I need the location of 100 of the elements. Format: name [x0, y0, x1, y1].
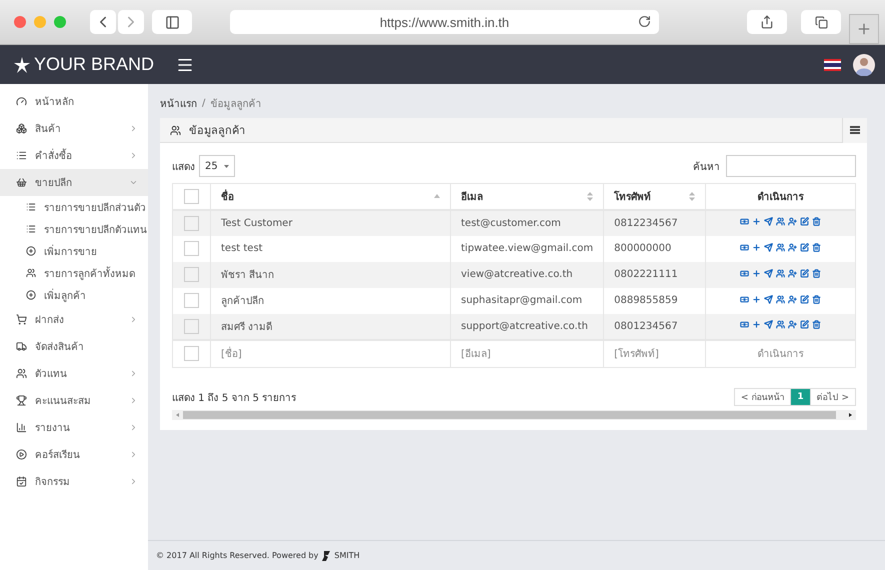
- money-icon[interactable]: [740, 217, 750, 226]
- users-icon[interactable]: [776, 320, 786, 329]
- menu-item-icon: [16, 150, 27, 161]
- pagination-button[interactable]: ต่อไป >: [810, 388, 856, 406]
- sidebar-item[interactable]: รายงาน: [0, 414, 148, 441]
- submenu-item-icon: [26, 246, 36, 256]
- sidebar-toggle-button[interactable]: [152, 10, 192, 34]
- plus-icon[interactable]: [752, 217, 762, 226]
- submenu-item[interactable]: รายการขายปลีกส่วนตัว: [0, 196, 148, 218]
- send-icon[interactable]: [764, 268, 774, 278]
- delete-icon[interactable]: [812, 320, 822, 329]
- sidebar-icon: [164, 14, 180, 30]
- money-icon[interactable]: [740, 268, 750, 278]
- breadcrumb-link[interactable]: หน้าแรก: [160, 96, 197, 110]
- submenu-item[interactable]: รายการลูกค้าทั้งหมด: [0, 262, 148, 284]
- delete-icon[interactable]: [812, 242, 822, 252]
- plus-icon[interactable]: [752, 320, 762, 329]
- address-bar[interactable]: https://www.smith.in.th: [230, 10, 659, 34]
- checkbox[interactable]: [184, 267, 199, 282]
- column-filter[interactable]: [อีเมล]: [450, 340, 604, 368]
- edit-icon[interactable]: [800, 320, 810, 329]
- users-icon[interactable]: [776, 294, 786, 304]
- checkbox[interactable]: [184, 241, 199, 256]
- send-icon[interactable]: [764, 242, 774, 252]
- add-user-icon[interactable]: [788, 268, 798, 278]
- checkbox[interactable]: [184, 216, 199, 230]
- tabs-icon: [814, 16, 828, 28]
- menu-item-icon: [16, 314, 27, 325]
- menu-item-icon: [16, 422, 27, 433]
- delete-icon[interactable]: [812, 268, 822, 278]
- submenu-item-icon: [26, 290, 36, 300]
- menu-item-icon: [16, 449, 27, 460]
- send-icon[interactable]: [764, 217, 774, 226]
- users-icon[interactable]: [776, 217, 786, 226]
- plus-icon[interactable]: [752, 268, 762, 278]
- logo-icon: [14, 56, 30, 72]
- search-field[interactable]: [726, 155, 856, 177]
- users-icon[interactable]: [776, 268, 786, 278]
- menu-item-icon: [16, 476, 27, 487]
- checkbox[interactable]: [184, 318, 199, 334]
- panel-menu-button[interactable]: [842, 118, 867, 142]
- delete-icon[interactable]: [812, 294, 822, 304]
- add-user-icon[interactable]: [788, 242, 798, 252]
- sidebar-item[interactable]: สินค้า: [0, 115, 148, 142]
- checkbox[interactable]: [184, 346, 199, 362]
- reload-icon[interactable]: [638, 15, 651, 28]
- sidebar-item[interactable]: หน้าหลัก: [0, 88, 148, 115]
- back-button[interactable]: [90, 10, 116, 34]
- sidebar-item[interactable]: คอร์สเรียน: [0, 441, 148, 468]
- add-user-icon[interactable]: [788, 294, 798, 304]
- money-icon[interactable]: [740, 242, 750, 252]
- sidebar-item[interactable]: คำสั่งซื้อ: [0, 142, 148, 169]
- checkbox[interactable]: [184, 188, 199, 204]
- length-label: แสดง: [172, 160, 195, 174]
- add-user-icon[interactable]: [788, 217, 798, 226]
- sidebar-item[interactable]: คะแนนสะสม: [0, 387, 148, 414]
- column-header[interactable]: อีเมล: [461, 188, 483, 204]
- horizontal-scrollbar[interactable]: [172, 410, 856, 420]
- avatar-icon[interactable]: [853, 54, 875, 76]
- add-user-icon[interactable]: [788, 320, 798, 329]
- column-header[interactable]: ชื่อ: [221, 188, 234, 204]
- send-icon[interactable]: [764, 294, 774, 304]
- sidebar-item[interactable]: จัดส่งสินค้า: [0, 333, 148, 360]
- footer-text: © 2017 All Rights Reserved. Powered by: [156, 551, 318, 560]
- plus-icon[interactable]: [752, 294, 762, 304]
- column-filter[interactable]: [ชื่อ]: [210, 340, 450, 368]
- edit-icon[interactable]: [800, 217, 810, 226]
- tabs-button[interactable]: [801, 10, 841, 34]
- menu-item-icon: [16, 123, 27, 134]
- sidebar-item[interactable]: กิจกรรม: [0, 468, 148, 495]
- breadcrumb-separator: /: [202, 98, 206, 108]
- users-icon: [170, 124, 181, 136]
- share-button[interactable]: [747, 10, 787, 34]
- submenu-item[interactable]: รายการขายปลีกตัวแทน: [0, 218, 148, 240]
- pagination-button[interactable]: < ก่อนหน้า: [734, 388, 792, 406]
- column-filter[interactable]: [โทรศัพท์]: [604, 340, 706, 368]
- plus-icon[interactable]: [752, 242, 762, 252]
- money-icon[interactable]: [740, 294, 750, 304]
- sidebar-item[interactable]: ขายปลีก: [0, 169, 148, 196]
- submenu-item[interactable]: เพิ่มการขาย: [0, 240, 148, 262]
- page-length-select[interactable]: 25: [199, 155, 235, 177]
- submenu-item-icon: [26, 268, 36, 278]
- flag-icon[interactable]: [824, 58, 841, 70]
- checkbox[interactable]: [184, 293, 199, 308]
- brand-name: YOUR BRAND: [34, 54, 154, 75]
- delete-icon[interactable]: [812, 217, 822, 226]
- submenu-item[interactable]: เพิ่มลูกค้า: [0, 284, 148, 306]
- sidebar-item[interactable]: ตัวแทน: [0, 360, 148, 387]
- table-cell: ดำเนินการ: [706, 340, 856, 368]
- menu-item-icon: [16, 341, 27, 352]
- money-icon[interactable]: [740, 320, 750, 329]
- sidebar-item[interactable]: ฝากส่ง: [0, 306, 148, 333]
- send-icon[interactable]: [764, 320, 774, 329]
- edit-icon[interactable]: [800, 294, 810, 304]
- users-icon[interactable]: [776, 242, 786, 252]
- submenu-item-icon: [26, 224, 36, 234]
- new-tab-button[interactable]: [849, 14, 879, 44]
- edit-icon[interactable]: [800, 268, 810, 278]
- smith-logo-icon: [322, 550, 330, 560]
- edit-icon[interactable]: [800, 242, 810, 252]
